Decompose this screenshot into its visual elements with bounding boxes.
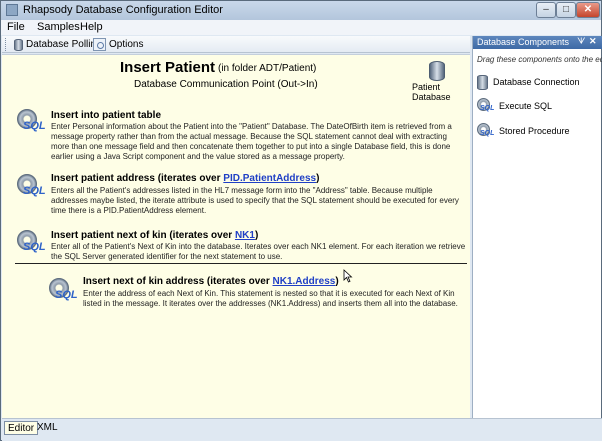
panel-title: Database Components <box>477 37 570 47</box>
patient-database-icon[interactable] <box>429 61 445 81</box>
toolbar-grip[interactable] <box>5 38 8 51</box>
pid-patientaddress-link[interactable]: PID.PatientAddress <box>223 173 316 184</box>
menu-help[interactable]: Help <box>80 21 103 33</box>
maximize-button[interactable]: □ <box>556 2 576 18</box>
block-desc-insert-next-of-kin: Enter all of the Patient's Next of Kin i… <box>51 242 466 261</box>
sql-icon: SQL <box>477 97 494 115</box>
minimize-button[interactable]: – <box>536 2 556 18</box>
component-stored-procedure[interactable]: SQL Stored Procedure <box>477 122 570 140</box>
nk1-address-link[interactable]: NK1.Address <box>273 276 336 287</box>
pin-icon[interactable]: ᗐ <box>577 36 585 47</box>
database-components-panel: Database Components ᗐ ✕ Drag these compo… <box>472 36 602 418</box>
options-icon <box>93 38 106 51</box>
sql-icon[interactable]: SQL <box>49 278 78 304</box>
block-desc-insert-next-of-kin-address: Enter the address of each Next of Kin. T… <box>83 289 458 308</box>
nesting-divider <box>15 263 467 264</box>
block-desc-insert-patient-table: Enter Personal information about the Pat… <box>51 122 452 161</box>
sql-icon[interactable]: SQL <box>17 174 46 200</box>
component-label: Execute SQL <box>499 101 553 111</box>
patient-database-label: Patient Database <box>412 82 451 102</box>
close-button[interactable]: ✕ <box>576 2 600 18</box>
folder-path: (in folder ADT/Patient) <box>218 63 317 74</box>
menu-bar: File Samples Help <box>1 20 601 35</box>
database-polling-label: Database Polling <box>26 39 102 50</box>
panel-header: Database Components ᗐ ✕ <box>473 36 602 49</box>
menu-file[interactable]: File <box>7 21 25 33</box>
database-icon <box>14 38 23 51</box>
editor-canvas[interactable]: Insert Patient (in folder ADT/Patient) D… <box>2 54 470 418</box>
sql-icon[interactable]: SQL <box>17 230 46 256</box>
panel-close-icon[interactable]: ✕ <box>589 36 597 47</box>
panel-hint: Drag these components onto the editor <box>477 55 602 64</box>
tab-editor[interactable]: Editor <box>4 421 39 435</box>
menu-samples[interactable]: Samples <box>37 21 80 33</box>
block-desc-insert-patient-address: Enters all the Patient's addresses liste… <box>51 186 459 215</box>
component-label: Database Connection <box>493 77 580 87</box>
app-icon <box>6 4 18 16</box>
title-bar[interactable]: Rhapsody Database Configuration Editor –… <box>1 1 601 20</box>
sql-icon: SQL <box>477 122 494 140</box>
database-polling-button[interactable]: Database Polling <box>14 37 102 52</box>
options-button[interactable]: Options <box>93 37 143 52</box>
communication-point-subtitle: Database Communication Point (Out->In) <box>134 79 318 90</box>
mouse-cursor-icon <box>343 269 353 283</box>
app-window: Rhapsody Database Configuration Editor –… <box>0 0 602 441</box>
sql-icon[interactable]: SQL <box>17 109 46 135</box>
tab-xml[interactable]: XML <box>34 421 61 435</box>
component-database-connection[interactable]: Database Connection <box>477 73 580 91</box>
component-execute-sql[interactable]: SQL Execute SQL <box>477 97 552 115</box>
nk1-link[interactable]: NK1 <box>235 230 255 241</box>
component-label: Stored Procedure <box>499 126 570 136</box>
block-title-insert-patient-table[interactable]: Insert into patient table <box>51 110 161 121</box>
block-title-insert-next-of-kin-address[interactable]: Insert next of kin address (iterates ove… <box>83 276 339 287</box>
block-title-insert-next-of-kin[interactable]: Insert patient next of kin (iterates ove… <box>51 230 258 241</box>
toolbar: Database Polling Options <box>2 36 470 53</box>
database-icon <box>477 74 488 90</box>
window-title: Rhapsody Database Configuration Editor <box>23 4 223 16</box>
options-label: Options <box>109 39 144 50</box>
view-tabs: Editor XML <box>2 418 602 441</box>
block-title-insert-patient-address[interactable]: Insert patient address (iterates over PI… <box>51 173 319 184</box>
page-title: Insert Patient <box>120 59 216 76</box>
